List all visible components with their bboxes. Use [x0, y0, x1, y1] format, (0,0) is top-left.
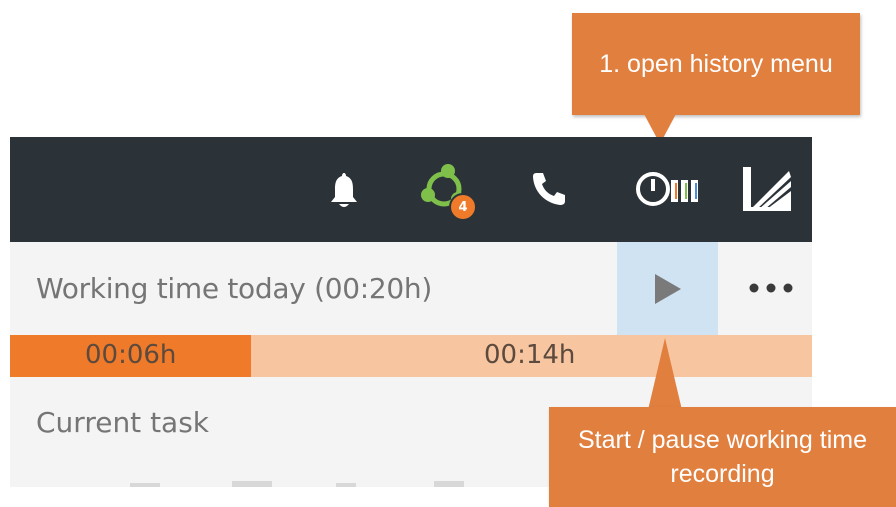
bell-icon[interactable]: [328, 171, 360, 211]
callout-start-pause-text: Start / pause working time recording: [577, 426, 867, 488]
current-task-label: Current task: [36, 406, 210, 439]
app-logo-icon[interactable]: [743, 167, 793, 211]
callout-start-pause-arrow: [648, 338, 682, 410]
callout-history-text: 1. open history menu: [599, 50, 833, 78]
network-badge: 4: [449, 193, 477, 221]
callout-start-pause: Start / pause working time recording: [549, 407, 896, 507]
remaining-time-label: 00:14h: [484, 340, 576, 370]
play-icon: [654, 273, 681, 304]
callout-open-history: 1. open history menu: [572, 13, 860, 115]
phone-icon[interactable]: [531, 171, 567, 207]
network-button[interactable]: 4: [418, 161, 478, 221]
working-time-label: Working time today (00:20h): [36, 272, 432, 305]
time-tracking-history-icon[interactable]: [635, 171, 707, 207]
start-pause-button[interactable]: [617, 242, 718, 335]
more-dots-icon: [749, 283, 793, 293]
top-navigation-bar: 4: [10, 137, 812, 246]
elapsed-time-label: 00:06h: [85, 340, 177, 370]
working-time-progress-bar: 00:06h 00:14h: [10, 335, 812, 377]
more-options-button[interactable]: [746, 270, 796, 306]
